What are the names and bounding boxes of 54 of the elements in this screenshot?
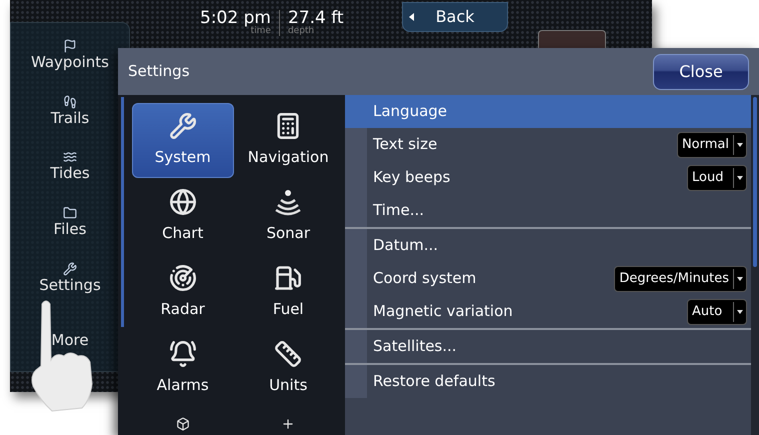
- caret-icon: [734, 142, 746, 148]
- dropdown[interactable]: Degrees/Minutes: [614, 266, 747, 292]
- caret-icon: [734, 308, 746, 314]
- flag-icon: [62, 39, 77, 53]
- dropdown[interactable]: Loud: [687, 164, 747, 190]
- caret-icon: [734, 174, 746, 180]
- depth-value: 27.4 ft: [288, 10, 344, 27]
- close-button[interactable]: Close: [653, 54, 749, 90]
- depth-label: depth: [288, 27, 314, 36]
- category-tile[interactable]: Chart: [132, 179, 234, 254]
- dropdown[interactable]: Auto: [687, 298, 747, 324]
- box-icon: [176, 417, 190, 431]
- sidebar-item[interactable]: Waypoints: [30, 53, 109, 72]
- category-tile[interactable]: Sonar: [238, 179, 339, 254]
- dialog-title: Settings: [128, 61, 190, 82]
- signal-waves-icon: [274, 188, 302, 216]
- setting-label: Time...: [372, 200, 426, 222]
- sidebar-item[interactable]: More: [51, 331, 89, 350]
- ruler-icon: [274, 340, 302, 368]
- category-tile[interactable]: Radar: [132, 255, 234, 330]
- setting-label: Text size: [372, 134, 438, 156]
- category-tile[interactable]: Alarms: [132, 331, 234, 406]
- globe-icon: [168, 188, 197, 216]
- fuel-pump-icon: [274, 264, 302, 292]
- sidebar-item[interactable]: Tides: [50, 164, 90, 184]
- category-tile[interactable]: Fuel: [238, 255, 339, 330]
- sidebar-item[interactable]: Settings: [39, 276, 101, 294]
- dropdown[interactable]: Normal: [676, 132, 747, 158]
- setting-label: Restore defaults: [372, 371, 496, 392]
- setting-label: Language: [372, 101, 448, 122]
- settings-row[interactable]: Language: [345, 95, 751, 128]
- sidebar-item[interactable]: Trails: [50, 108, 90, 128]
- wave-icon: [63, 150, 77, 164]
- wrench-icon: [168, 112, 197, 140]
- time-value: 5:02 pm: [200, 10, 271, 27]
- sidebar-item[interactable]: Files: [54, 220, 86, 239]
- setting-label: Key beeps: [372, 167, 452, 188]
- footprints-icon: [63, 94, 77, 109]
- folder-icon: [62, 206, 77, 220]
- bell-icon: [168, 340, 197, 368]
- back-button[interactable]: Back: [402, 2, 508, 32]
- time-label: time: [250, 27, 271, 36]
- setting-label: Satellites...: [372, 336, 458, 358]
- category-tile[interactable]: Navigation: [238, 103, 339, 178]
- radar-icon: [168, 264, 197, 292]
- category-tile[interactable]: System: [132, 103, 234, 178]
- caret-icon: [409, 13, 415, 21]
- setting-label: Coord system: [372, 268, 478, 290]
- wrench-icon: [63, 262, 77, 276]
- plus-icon: [281, 417, 296, 431]
- category-tile[interactable]: Units: [238, 331, 339, 406]
- setting-label: Magnetic variation: [372, 301, 514, 322]
- setting-label: Datum...: [372, 235, 440, 256]
- caret-icon: [734, 276, 746, 282]
